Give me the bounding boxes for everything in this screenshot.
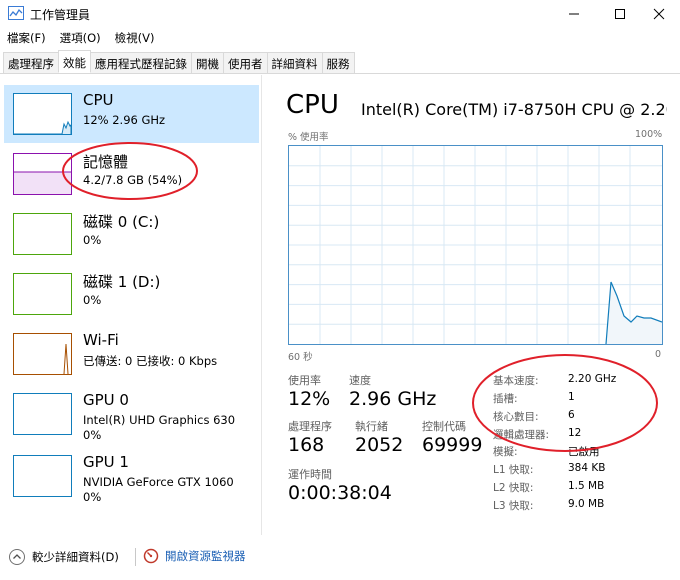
tab-processes[interactable]: 處理程序	[3, 52, 59, 73]
wifi-mini-graph	[63, 343, 69, 374]
info-label: 插槽:	[493, 393, 518, 405]
graph-y-axis-label: % 使用率	[288, 132, 329, 143]
title-bar: 工作管理員	[0, 0, 680, 28]
minimize-icon	[569, 13, 579, 15]
sidebar-item-gpu1[interactable]: GPU 1 NVIDIA GeForce GTX 1060 0%	[4, 447, 259, 505]
info-label: L2 快取:	[493, 482, 534, 494]
usage-label: 使用率	[288, 374, 321, 387]
cpu-detail-panel: CPU Intel(R) Core(TM) i7-8750H CPU @ 2.2…	[263, 75, 680, 535]
info-label: 邏輯處理器:	[493, 429, 550, 441]
info-value: 已啟用	[568, 446, 600, 458]
threads-label: 執行緒	[355, 420, 388, 433]
handles-value: 69999	[422, 434, 483, 456]
speed-value: 2.96 GHz	[349, 388, 437, 410]
sidebar-item-detail: NVIDIA GeForce GTX 1060	[83, 475, 234, 489]
menu-bar: 檔案(F) 選項(O) 檢視(V)	[0, 28, 680, 48]
sidebar-item-detail: Intel(R) UHD Graphics 630	[83, 413, 236, 427]
usage-value: 12%	[288, 388, 331, 410]
sidebar-item-value: 已傳送: 0 已接收: 0 Kbps	[83, 354, 218, 368]
close-button[interactable]	[636, 0, 680, 28]
graph-x-zero-label: 0	[655, 349, 662, 360]
handles-label: 控制代碼	[422, 420, 466, 433]
graph-y-max-label: 100%	[635, 129, 663, 140]
resource-sidebar: CPU 12% 2.96 GHz 記憶體 4.2/7.8 GB (54%) 磁碟…	[0, 75, 262, 535]
memory-mini-graph	[14, 171, 71, 194]
tab-services[interactable]: 服務	[321, 52, 355, 73]
open-resource-monitor-label: 開啟資源監視器	[165, 549, 246, 563]
info-value: 6	[568, 409, 575, 421]
sidebar-item-label: Wi-Fi	[83, 331, 119, 349]
info-label: 核心數目:	[493, 411, 539, 423]
sidebar-item-value: 0%	[83, 428, 102, 442]
memory-thumbnail	[13, 153, 72, 195]
cpu-thumbnail	[13, 93, 72, 135]
threads-value: 2052	[355, 434, 404, 456]
info-label: 基本速度:	[493, 375, 539, 387]
tab-bar: 處理程序 效能 應用程式歷程記錄 開機 使用者 詳細資料 服務	[0, 50, 680, 74]
gpu0-thumbnail	[13, 393, 72, 435]
processes-value: 168	[288, 434, 325, 456]
tab-startup[interactable]: 開機	[191, 52, 224, 73]
processes-label: 處理程序	[288, 420, 332, 433]
graph-x-axis-label: 60 秒	[288, 352, 313, 363]
sidebar-item-value: 0%	[83, 293, 102, 307]
tab-app-history[interactable]: 應用程式歷程記錄	[90, 52, 192, 73]
info-value: 384 KB	[568, 462, 606, 474]
sidebar-item-label: GPU 1	[83, 453, 129, 471]
sidebar-item-disk0[interactable]: 磁碟 0 (C:) 0%	[4, 205, 259, 263]
sidebar-item-label: 記憶體	[83, 153, 129, 171]
sidebar-item-label: CPU	[83, 91, 114, 109]
menu-options[interactable]: 選項(O)	[53, 28, 108, 48]
info-value: 9.0 MB	[568, 498, 605, 510]
sidebar-item-gpu0[interactable]: GPU 0 Intel(R) UHD Graphics 630 0%	[4, 385, 259, 443]
sidebar-item-disk1[interactable]: 磁碟 1 (D:) 0%	[4, 265, 259, 323]
open-resource-monitor-link[interactable]: 開啟資源監視器	[143, 548, 246, 564]
uptime-value: 0:00:38:04	[288, 482, 392, 504]
sidebar-item-cpu[interactable]: CPU 12% 2.96 GHz	[4, 85, 259, 143]
gpu1-thumbnail	[13, 455, 72, 497]
disk0-thumbnail	[13, 213, 72, 255]
cpu-usage-graph-canvas	[289, 146, 663, 345]
task-manager-icon	[8, 6, 24, 20]
sidebar-item-label: 磁碟 1 (D:)	[83, 273, 161, 291]
resource-monitor-icon	[143, 548, 159, 564]
disk1-thumbnail	[13, 273, 72, 315]
sidebar-item-value: 12% 2.96 GHz	[83, 113, 166, 127]
info-label: 模擬:	[493, 446, 518, 458]
footer-divider	[135, 548, 136, 566]
window-title: 工作管理員	[30, 8, 91, 22]
tab-users[interactable]: 使用者	[223, 52, 268, 73]
uptime-label: 運作時間	[288, 468, 332, 481]
cpu-mini-graph	[14, 120, 71, 134]
info-label: L1 快取:	[493, 464, 534, 476]
tab-performance[interactable]: 效能	[58, 50, 91, 73]
sidebar-item-label: 磁碟 0 (C:)	[83, 213, 160, 231]
menu-file[interactable]: 檔案(F)	[0, 28, 53, 48]
sidebar-item-value: 0%	[83, 233, 102, 247]
menu-view[interactable]: 檢視(V)	[108, 28, 162, 48]
sidebar-item-label: GPU 0	[83, 391, 129, 409]
wifi-thumbnail	[13, 333, 72, 375]
speed-label: 速度	[349, 374, 371, 387]
maximize-icon	[615, 9, 625, 19]
sidebar-item-memory[interactable]: 記憶體 4.2/7.8 GB (54%)	[4, 145, 259, 203]
info-value: 1	[568, 391, 575, 403]
minimize-button[interactable]	[551, 0, 597, 28]
info-value: 1.5 MB	[568, 480, 605, 492]
info-label: L3 快取:	[493, 500, 534, 512]
sidebar-item-value: 0%	[83, 490, 102, 504]
sidebar-item-value: 4.2/7.8 GB (54%)	[83, 173, 183, 187]
info-value: 12	[568, 427, 582, 439]
cpu-model-name: Intel(R) Core(TM) i7-8750H CPU @ 2.20...	[361, 100, 667, 119]
footer-bar: 較少詳細資料(D) 開啟資源監視器	[0, 540, 680, 580]
info-value: 2.20 GHz	[568, 373, 617, 385]
fewer-details-button[interactable]: 較少詳細資料(D)	[8, 548, 119, 566]
tab-details[interactable]: 詳細資料	[266, 52, 323, 73]
page-title: CPU	[286, 90, 339, 120]
sidebar-item-wifi[interactable]: Wi-Fi 已傳送: 0 已接收: 0 Kbps	[4, 325, 259, 383]
cpu-usage-graph	[288, 145, 663, 345]
close-icon	[653, 8, 665, 20]
chevron-up-circle-icon	[9, 549, 25, 565]
fewer-details-label: 較少詳細資料(D)	[32, 550, 119, 564]
